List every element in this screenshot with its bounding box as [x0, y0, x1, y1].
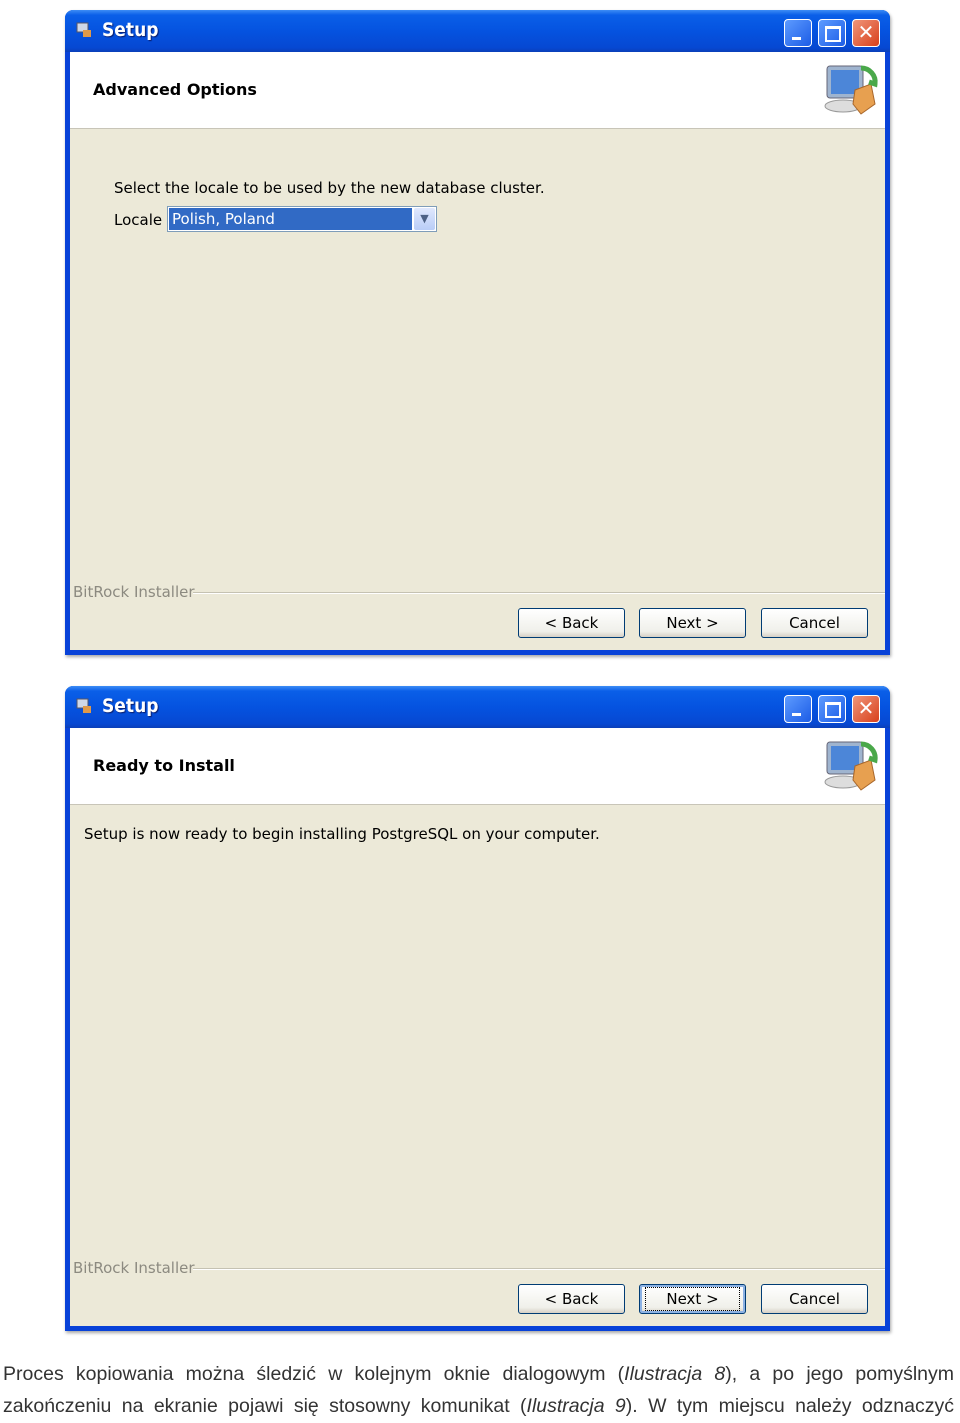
figure-reference: Ilustracja 9 [526, 1395, 626, 1417]
cancel-button[interactable]: Cancel [761, 1284, 868, 1314]
minimize-button[interactable] [784, 695, 812, 723]
setup-window-advanced-options: Setup ✕ Advanced Options Select the loca… [65, 10, 890, 655]
setup-app-icon [76, 698, 91, 713]
body-text-line-2: zakończeniu na ekranie pojawi się stosow… [3, 1395, 954, 1418]
divider [193, 592, 885, 594]
installer-brand: BitRock Installer [73, 583, 195, 601]
next-button[interactable]: Next > [639, 1284, 746, 1314]
chevron-down-icon[interactable]: ▼ [414, 208, 435, 230]
next-button-label: Next > [645, 1286, 740, 1311]
locale-select[interactable]: Polish, Poland ▼ [167, 206, 437, 232]
cancel-button[interactable]: Cancel [761, 608, 868, 638]
divider [193, 1268, 885, 1270]
text: ), a po jego pomyślnym [725, 1363, 954, 1385]
text: ). W tym miejscu należy odznaczyć [625, 1395, 954, 1417]
page-title: Advanced Options [93, 80, 257, 99]
wizard-header: Advanced Options [70, 52, 885, 129]
setup-app-icon [76, 22, 91, 37]
ready-message: Setup is now ready to begin installing P… [84, 825, 600, 843]
wizard-header: Ready to Install [70, 728, 885, 805]
computer-install-icon [824, 65, 878, 115]
maximize-button[interactable] [818, 19, 846, 47]
page-title: Ready to Install [93, 756, 235, 775]
text: Proces kopiowania można śledzić w kolejn… [3, 1363, 625, 1385]
locale-label: Locale [114, 211, 163, 229]
title-bar[interactable]: Setup ✕ [65, 10, 890, 52]
next-button[interactable]: Next > [639, 608, 746, 638]
figure-reference: Ilustracja 8 [624, 1363, 726, 1385]
locale-instruction: Select the locale to be used by the new … [114, 179, 545, 197]
maximize-button[interactable] [818, 695, 846, 723]
installer-brand: BitRock Installer [73, 1259, 195, 1277]
computer-install-icon [824, 741, 878, 791]
body-text-line-1: Proces kopiowania można śledzić w kolejn… [3, 1363, 954, 1386]
back-button[interactable]: < Back [518, 608, 625, 638]
window-title: Setup [102, 695, 159, 717]
window-title: Setup [102, 19, 159, 41]
minimize-button[interactable] [784, 19, 812, 47]
back-button[interactable]: < Back [518, 1284, 625, 1314]
setup-window-ready-to-install: Setup ✕ Ready to Install Setup is now re… [65, 686, 890, 1331]
text: zakończeniu na ekranie pojawi się stosow… [3, 1395, 527, 1417]
close-button[interactable]: ✕ [852, 695, 880, 723]
title-bar[interactable]: Setup ✕ [65, 686, 890, 728]
close-button[interactable]: ✕ [852, 19, 880, 47]
locale-selected-value: Polish, Poland [169, 208, 412, 230]
